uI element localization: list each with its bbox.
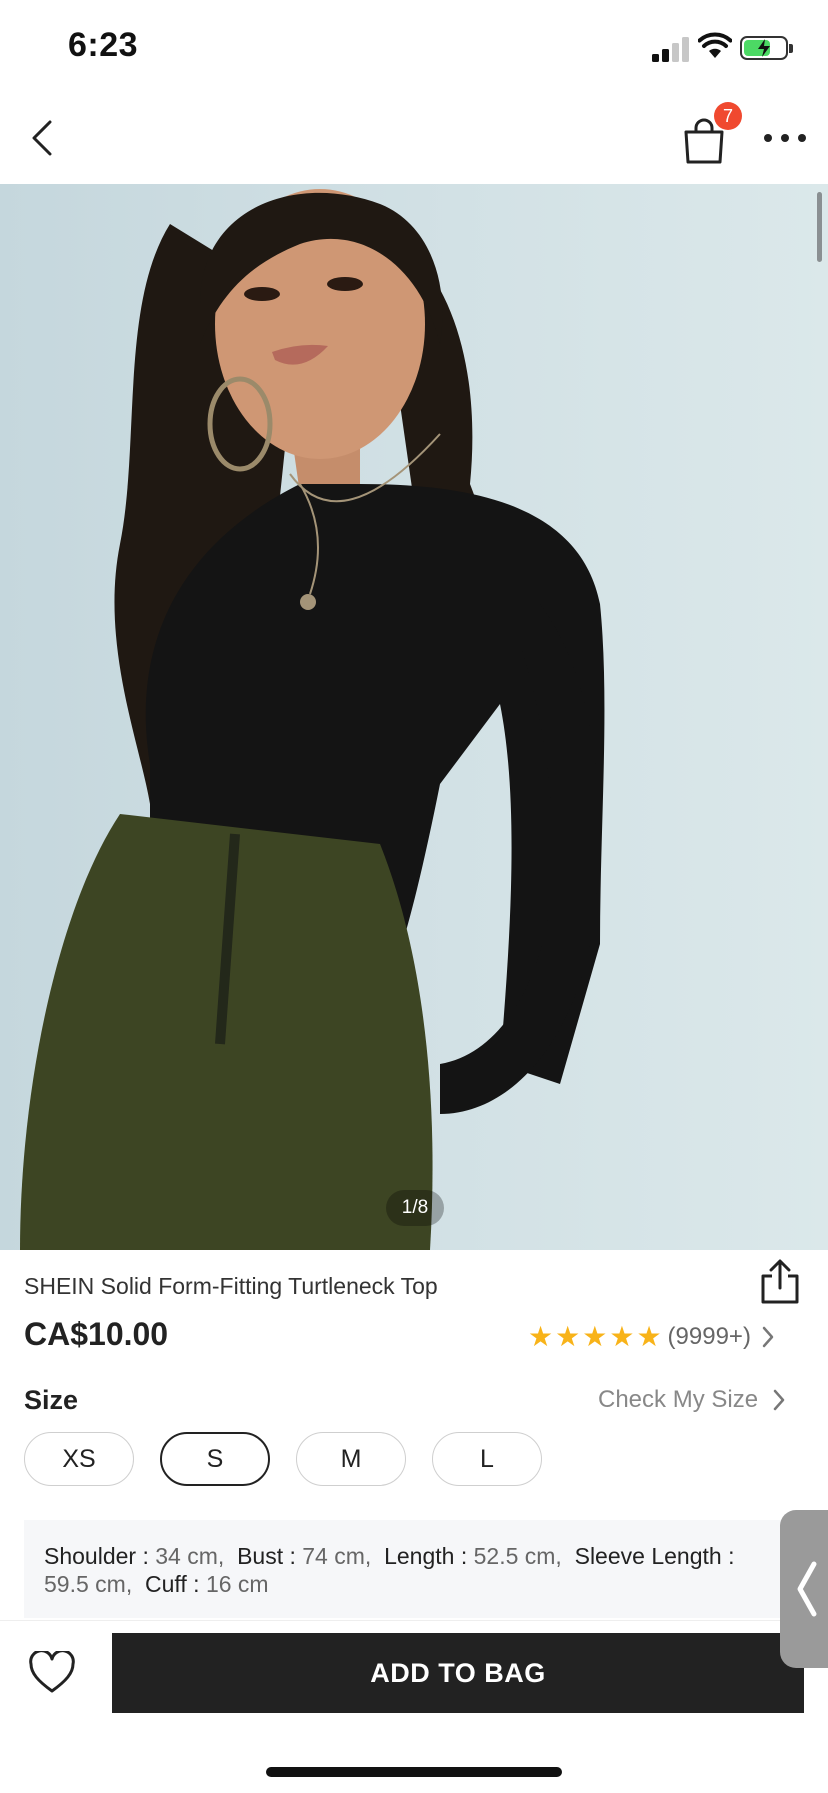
- size-option-xs[interactable]: XS: [24, 1432, 134, 1486]
- measure-sleeve-value: 59.5 cm,: [44, 1571, 133, 1597]
- measure-cuff-label: Cuff :: [145, 1571, 200, 1597]
- image-page-indicator: 1/8: [386, 1190, 444, 1226]
- size-section-label: Size: [24, 1385, 79, 1415]
- measure-length-label: Length :: [384, 1543, 468, 1569]
- size-measurements: Shoulder : 34 cm, Bust : 74 cm, Length :…: [24, 1520, 784, 1618]
- size-options: XS S M L: [24, 1432, 568, 1486]
- more-options-icon[interactable]: [760, 130, 810, 146]
- cart-count-badge: 7: [714, 102, 742, 130]
- heart-icon[interactable]: [28, 1651, 76, 1695]
- add-to-bag-button[interactable]: ADD TO BAG: [112, 1633, 804, 1713]
- status-bar: 6:23: [0, 0, 828, 92]
- size-option-l[interactable]: L: [432, 1432, 542, 1486]
- measure-bust-label: Bust :: [237, 1543, 296, 1569]
- back-arrow-icon[interactable]: [22, 116, 66, 160]
- product-image-carousel[interactable]: 1/8: [0, 184, 828, 1250]
- share-icon[interactable]: [758, 1258, 802, 1306]
- measure-shoulder-label: Shoulder :: [44, 1543, 149, 1569]
- star-icon: ★: [636, 1321, 662, 1352]
- status-time: 6:23: [68, 26, 139, 64]
- chevron-left-icon: [797, 1561, 817, 1617]
- wifi-icon: [698, 32, 732, 58]
- chevron-right-icon: [762, 1326, 774, 1348]
- product-price: CA$10.00: [24, 1316, 169, 1352]
- chevron-right-icon: [773, 1389, 785, 1411]
- check-my-size-label: Check My Size: [598, 1386, 759, 1413]
- rating-count: (9999+): [667, 1323, 751, 1350]
- check-my-size-link[interactable]: Check My Size: [598, 1386, 786, 1414]
- star-icon: ★: [528, 1321, 554, 1352]
- cellular-signal-icon: [652, 36, 692, 62]
- product-rating[interactable]: ★ ★ ★ ★ ★ (9999+): [528, 1320, 775, 1354]
- measure-shoulder-value: 34 cm,: [155, 1543, 225, 1569]
- measure-length-value: 52.5 cm,: [473, 1543, 562, 1569]
- battery-icon: [740, 36, 793, 60]
- product-title: SHEIN Solid Form-Fitting Turtleneck Top: [24, 1273, 438, 1299]
- floating-side-tab[interactable]: [780, 1510, 828, 1668]
- size-option-s[interactable]: S: [160, 1432, 270, 1486]
- product-photo: [20, 189, 605, 1250]
- scrollbar-thumb[interactable]: [817, 192, 822, 262]
- star-icon: ★: [609, 1321, 635, 1352]
- home-indicator[interactable]: [266, 1767, 562, 1777]
- star-icon: ★: [582, 1321, 608, 1352]
- navigation-bar: 7: [0, 92, 828, 185]
- star-icon: ★: [555, 1321, 581, 1352]
- measure-sleeve-label: Sleeve Length :: [574, 1543, 735, 1569]
- measure-cuff-value: 16 cm: [205, 1571, 269, 1597]
- size-option-m[interactable]: M: [296, 1432, 406, 1486]
- measure-bust-value: 74 cm,: [302, 1543, 372, 1569]
- bottom-action-bar: ADD TO BAG: [0, 1620, 828, 1793]
